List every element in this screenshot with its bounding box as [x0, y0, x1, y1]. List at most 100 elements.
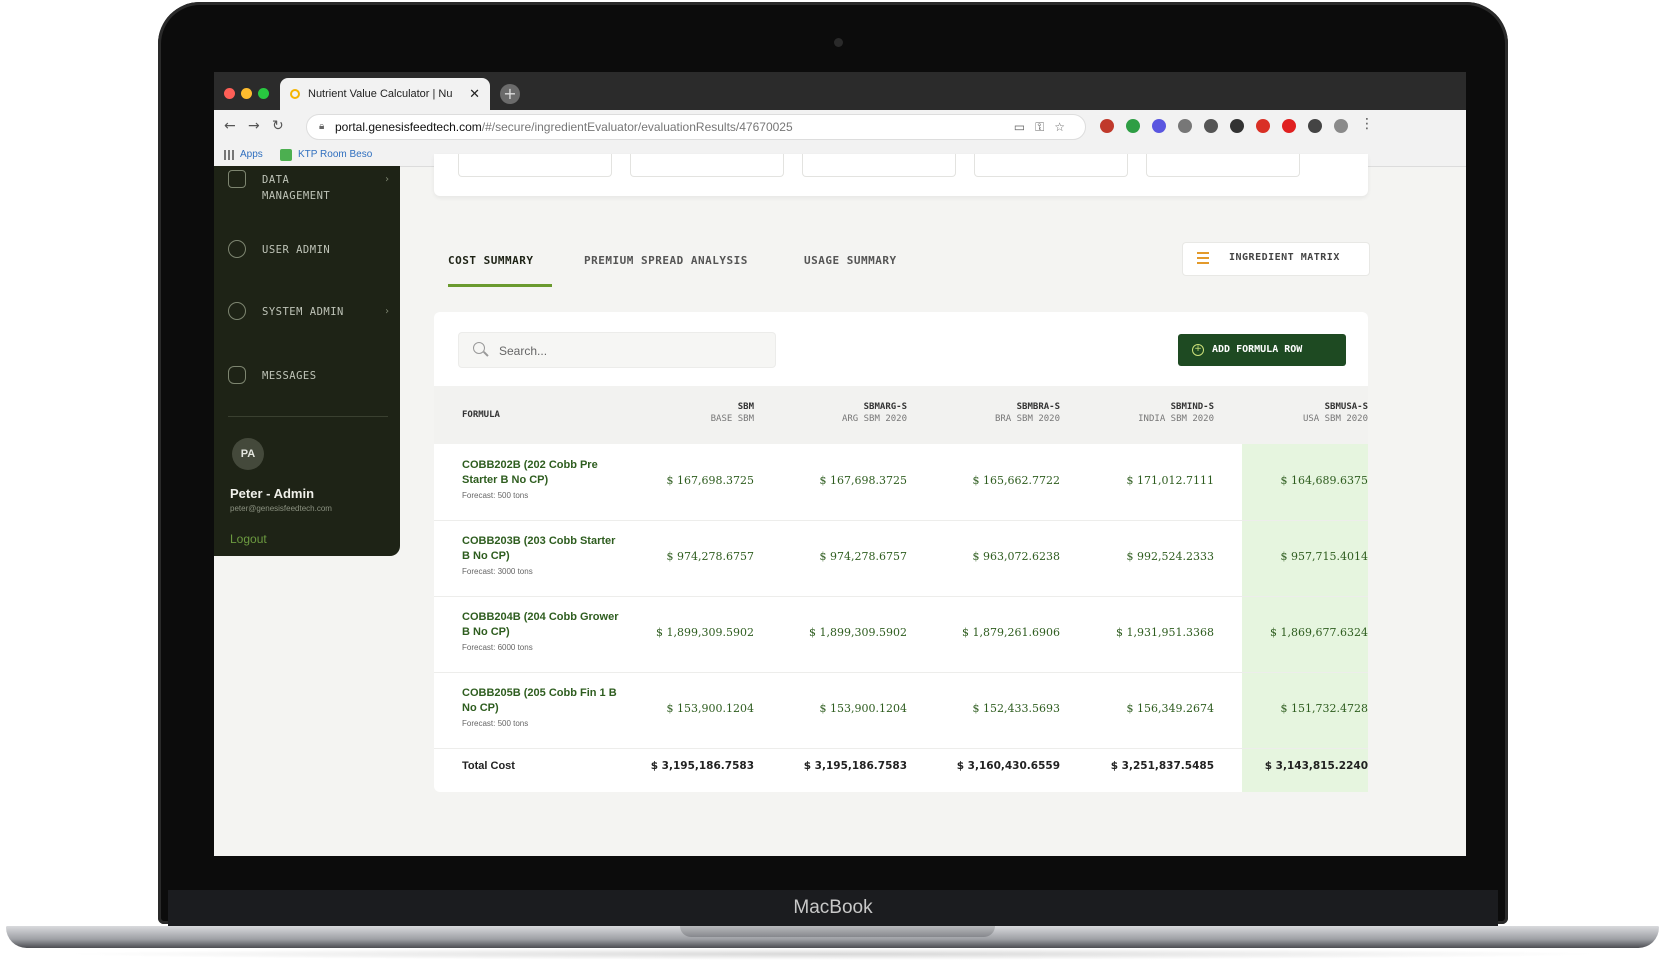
- column-header[interactable]: SBM BASE SBM: [614, 402, 754, 424]
- cost-cell: $ 1,931,951.3368: [1116, 626, 1214, 639]
- profile-avatar-icon[interactable]: [1334, 119, 1348, 133]
- tab-usage-summary[interactable]: USAGE SUMMARY: [804, 254, 897, 267]
- cost-cell: $ 152,433.5693: [972, 702, 1060, 715]
- cost-cell: $ 1,899,309.5902: [809, 626, 907, 639]
- reload-icon[interactable]: ↻: [272, 118, 284, 134]
- browser-menu-icon[interactable]: ⋮: [1360, 116, 1374, 132]
- browser-tabbar: Nutrient Value Calculator | Nu ✕ +: [214, 72, 1466, 110]
- cost-cell: $ 1,879,261.6906: [962, 626, 1060, 639]
- cost-cell: $ 151,732.4728: [1280, 702, 1368, 715]
- list-icon: [1197, 252, 1209, 264]
- summary-field: [974, 154, 1128, 177]
- forecast-text: Forecast: 500 tons: [462, 491, 529, 500]
- apps-grid-icon: [224, 150, 234, 160]
- extension-icon[interactable]: [1178, 119, 1192, 133]
- cost-cell: $ 974,278.6757: [819, 550, 907, 563]
- favicon-icon: [290, 89, 300, 99]
- cost-cell: $ 1,869,677.6324: [1270, 626, 1368, 639]
- search-box: [458, 332, 776, 368]
- maximize-window-button[interactable]: [258, 88, 269, 99]
- search-input[interactable]: [497, 339, 761, 363]
- user-name: Peter - Admin: [230, 486, 315, 501]
- table-header: FORMULA SBM BASE SBM SBMARG-S ARG SBM 2020…: [434, 386, 1368, 444]
- sidebar-item-label: MESSAGES: [262, 370, 317, 382]
- active-tab-indicator: [448, 284, 552, 287]
- forecast-text: Forecast: 6000 tons: [462, 643, 533, 652]
- sidebar: DATA MANAGEMENT › USER ADMIN SYSTEM ADMI…: [214, 166, 400, 556]
- table-row[interactable]: COBB204B (204 Cobb Grower B No CP) Foreca…: [434, 596, 1368, 673]
- sidebar-item-label: USER ADMIN: [262, 244, 331, 256]
- webcam: [834, 38, 843, 47]
- cost-cell: $ 957,715.4014: [1280, 550, 1368, 563]
- user-email: peter@genesisfeedtech.com: [230, 504, 332, 513]
- column-header[interactable]: SBMUSA-S USA SBM 2020: [1228, 402, 1368, 424]
- cost-cell: $ 992,524.2333: [1126, 550, 1214, 563]
- extension-icon[interactable]: [1282, 119, 1296, 133]
- total-cost-label: Total Cost: [462, 760, 515, 772]
- back-icon[interactable]: ←: [224, 118, 236, 134]
- logout-link[interactable]: Logout: [230, 532, 267, 546]
- address-bar[interactable]: 🔒︎ portal.genesisfeedtech.com/#/secure/i…: [306, 114, 1086, 140]
- cost-cell: $ 963,072.6238: [972, 550, 1060, 563]
- column-header-formula[interactable]: FORMULA: [462, 410, 500, 420]
- table-row[interactable]: COBB202B (202 Cobb Pre Starter B No CP) F…: [434, 444, 1368, 521]
- plus-circle-icon: +: [1192, 344, 1204, 356]
- extension-icon[interactable]: [1152, 119, 1166, 133]
- table-row[interactable]: COBB205B (205 Cobb Fin 1 B No CP) Forecas…: [434, 672, 1368, 749]
- forecast-text: Forecast: 3000 tons: [462, 567, 533, 576]
- browser-tab-title: Nutrient Value Calculator | Nu: [308, 88, 453, 100]
- bookmark-apps[interactable]: Apps: [240, 144, 263, 166]
- close-window-button[interactable]: [224, 88, 235, 99]
- extension-icon[interactable]: [1204, 119, 1218, 133]
- tab-premium-spread-analysis[interactable]: PREMIUM SPREAD ANALYSIS: [584, 254, 748, 267]
- gear-icon: [228, 302, 246, 320]
- browser-tab[interactable]: Nutrient Value Calculator | Nu ✕: [280, 78, 490, 110]
- column-header[interactable]: SBMARG-S ARG SBM 2020: [767, 402, 907, 424]
- column-header[interactable]: SBMBRA-S BRA SBM 2020: [920, 402, 1060, 424]
- sidebar-divider: [228, 416, 388, 417]
- extension-icon[interactable]: [1100, 119, 1114, 133]
- sidebar-item-label: SYSTEM ADMIN: [262, 306, 344, 318]
- add-formula-row-label: ADD FORMULA ROW: [1212, 344, 1303, 355]
- sidebar-item-label: DATA MANAGEMENT: [262, 174, 331, 202]
- add-formula-row-button[interactable]: + ADD FORMULA ROW: [1178, 334, 1346, 366]
- extension-icon[interactable]: [1126, 119, 1140, 133]
- summary-field: [458, 154, 612, 177]
- formula-name[interactable]: COBB202B (202 Cobb Pre Starter B No CP) F…: [462, 458, 622, 503]
- cost-cell: $ 974,278.6757: [666, 550, 754, 563]
- total-cell: $ 3,143,815.2240: [1264, 760, 1368, 772]
- forward-icon[interactable]: →: [248, 118, 260, 134]
- formula-name[interactable]: COBB204B (204 Cobb Grower B No CP) Foreca…: [462, 610, 622, 655]
- extension-icon[interactable]: [1308, 119, 1322, 133]
- lock-icon: 🔒︎: [319, 121, 325, 132]
- cost-cell: $ 171,012.7111: [1126, 474, 1214, 487]
- minimize-window-button[interactable]: [241, 88, 252, 99]
- table-row[interactable]: COBB203B (203 Cobb Starter B No CP) Forec…: [434, 520, 1368, 597]
- cost-cell: $ 165,662.7722: [972, 474, 1060, 487]
- results-tabs: COST SUMMARY PREMIUM SPREAD ANALYSIS USA…: [434, 232, 1370, 292]
- ingredient-matrix-button[interactable]: INGREDIENT MATRIX: [1182, 242, 1370, 276]
- forecast-text: Forecast: 500 tons: [462, 719, 529, 728]
- cost-cell: $ 1,899,309.5902: [656, 626, 754, 639]
- summary-field: [1146, 154, 1300, 177]
- close-tab-icon[interactable]: ✕: [469, 78, 480, 110]
- omnibox-actions[interactable]: ▭⚿☆: [1014, 115, 1075, 139]
- formula-name[interactable]: COBB203B (203 Cobb Starter B No CP) Forec…: [462, 534, 622, 579]
- extension-icon[interactable]: [1256, 119, 1270, 133]
- laptop-shadow: [60, 948, 1605, 960]
- cost-cell: $ 156,349.2674: [1126, 702, 1214, 715]
- total-cell: $ 3,251,837.5485: [1110, 760, 1214, 772]
- cost-cell: $ 153,900.1204: [819, 702, 907, 715]
- chat-icon: [228, 366, 246, 384]
- bookmark-ktp[interactable]: KTP Room Beso: [298, 144, 372, 166]
- column-header[interactable]: SBMIND-S INDIA SBM 2020: [1074, 402, 1214, 424]
- new-tab-button[interactable]: +: [500, 84, 520, 104]
- formula-name[interactable]: COBB205B (205 Cobb Fin 1 B No CP) Forecas…: [462, 686, 622, 731]
- tab-cost-summary[interactable]: COST SUMMARY: [448, 254, 533, 267]
- summary-field: [802, 154, 956, 177]
- avatar[interactable]: PA: [232, 438, 264, 470]
- extension-icon[interactable]: [1230, 119, 1244, 133]
- users-icon: [228, 240, 246, 258]
- total-cell: $ 3,195,186.7583: [803, 760, 907, 772]
- cost-cell: $ 167,698.3725: [666, 474, 754, 487]
